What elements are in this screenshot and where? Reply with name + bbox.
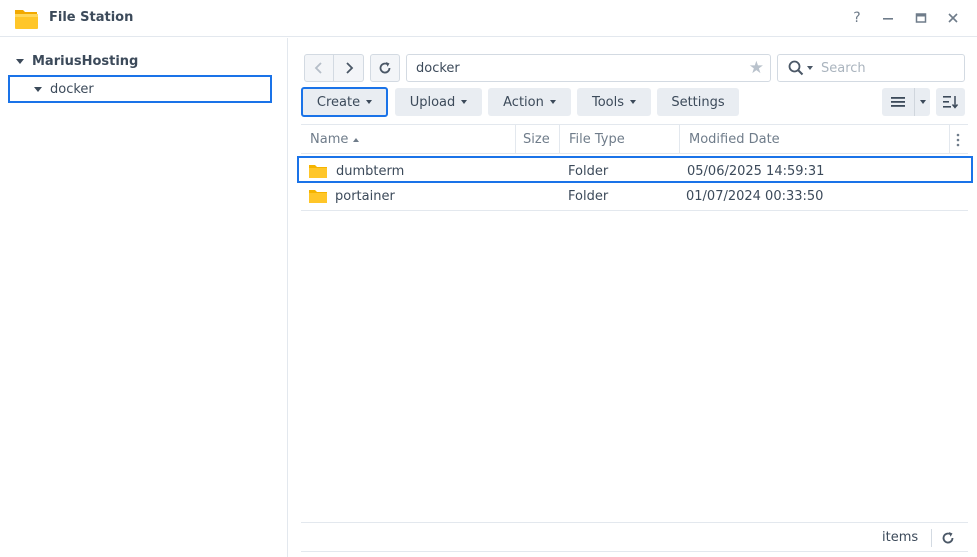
table-row[interactable]: dumbterm Folder 05/06/2025 14:59:31 <box>297 156 973 183</box>
file-list-header: Name Size File Type Modified Date <box>301 124 968 154</box>
action-button-label: Action <box>503 94 544 110</box>
view-mode-dropdown[interactable] <box>914 88 930 116</box>
maximize-icon[interactable] <box>912 9 930 27</box>
minimize-icon[interactable] <box>879 9 897 27</box>
refresh-icon <box>379 62 391 74</box>
tree-root-label: MariusHosting <box>32 53 139 69</box>
search-field[interactable] <box>777 54 965 82</box>
search-input[interactable] <box>821 60 951 76</box>
column-date-label: Modified Date <box>689 132 780 147</box>
tree-item-label: docker <box>50 81 94 97</box>
tools-button[interactable]: Tools <box>577 88 651 116</box>
sort-icon <box>942 96 958 109</box>
title-bar: File Station ? <box>0 0 977 37</box>
tree-item-docker[interactable]: docker <box>8 75 272 103</box>
upload-button[interactable]: Upload <box>395 88 482 116</box>
window-title: File Station <box>49 10 134 25</box>
column-options-icon[interactable] <box>953 132 963 148</box>
file-type: Folder <box>568 188 609 204</box>
folder-icon <box>309 183 327 209</box>
forward-button[interactable] <box>334 54 364 82</box>
column-header-modified-date[interactable]: Modified Date <box>680 125 950 154</box>
refresh-icon[interactable] <box>939 529 957 547</box>
column-name-label: Name <box>310 132 349 147</box>
file-name: dumbterm <box>336 163 405 179</box>
settings-button-label: Settings <box>671 94 725 110</box>
close-icon[interactable] <box>944 9 962 27</box>
status-bar: items <box>301 522 968 552</box>
refresh-button[interactable] <box>370 54 400 82</box>
status-divider <box>931 529 932 547</box>
chevron-down-icon <box>549 100 556 104</box>
modified-date: 05/06/2025 14:59:31 <box>687 163 825 179</box>
column-type-label: File Type <box>569 132 625 147</box>
tools-button-label: Tools <box>591 94 625 110</box>
column-header-name[interactable]: Name <box>301 125 516 154</box>
upload-button-label: Upload <box>409 94 456 110</box>
expand-triangle-icon[interactable] <box>16 58 24 64</box>
settings-button[interactable]: Settings <box>657 88 739 116</box>
search-icon[interactable] <box>788 60 804 76</box>
list-view-button[interactable] <box>882 88 914 116</box>
search-options-caret-icon[interactable] <box>807 66 813 70</box>
path-value: docker <box>416 60 460 76</box>
folder-icon <box>309 158 327 184</box>
help-icon[interactable]: ? <box>848 9 866 27</box>
sort-button[interactable] <box>936 88 965 116</box>
column-header-size[interactable]: Size <box>516 125 560 154</box>
file-station-icon <box>14 6 39 30</box>
column-size-label: Size <box>523 132 550 147</box>
chevron-down-icon <box>919 100 926 104</box>
chevron-down-icon <box>461 100 468 104</box>
action-button[interactable]: Action <box>488 88 571 116</box>
expand-triangle-icon[interactable] <box>34 86 42 92</box>
folder-tree: MariusHosting docker <box>0 38 288 557</box>
favorite-star-icon[interactable]: ★ <box>749 59 764 77</box>
table-row[interactable]: portainer Folder 01/07/2024 00:33:50 <box>301 183 968 211</box>
list-view-icon <box>891 97 905 107</box>
file-name: portainer <box>335 188 395 204</box>
create-button-label: Create <box>316 94 361 110</box>
file-type: Folder <box>568 163 609 179</box>
sort-ascending-icon <box>353 137 360 142</box>
create-button[interactable]: Create <box>301 87 388 117</box>
back-button[interactable] <box>304 54 334 82</box>
modified-date: 01/07/2024 00:33:50 <box>686 188 824 204</box>
items-count-label: items <box>882 530 919 545</box>
column-header-file-type[interactable]: File Type <box>560 125 680 154</box>
tree-root-mariushosting[interactable]: MariusHosting <box>16 52 138 70</box>
chevron-down-icon <box>366 100 373 104</box>
chevron-down-icon <box>630 100 637 104</box>
path-field[interactable]: docker ★ <box>406 54 771 82</box>
